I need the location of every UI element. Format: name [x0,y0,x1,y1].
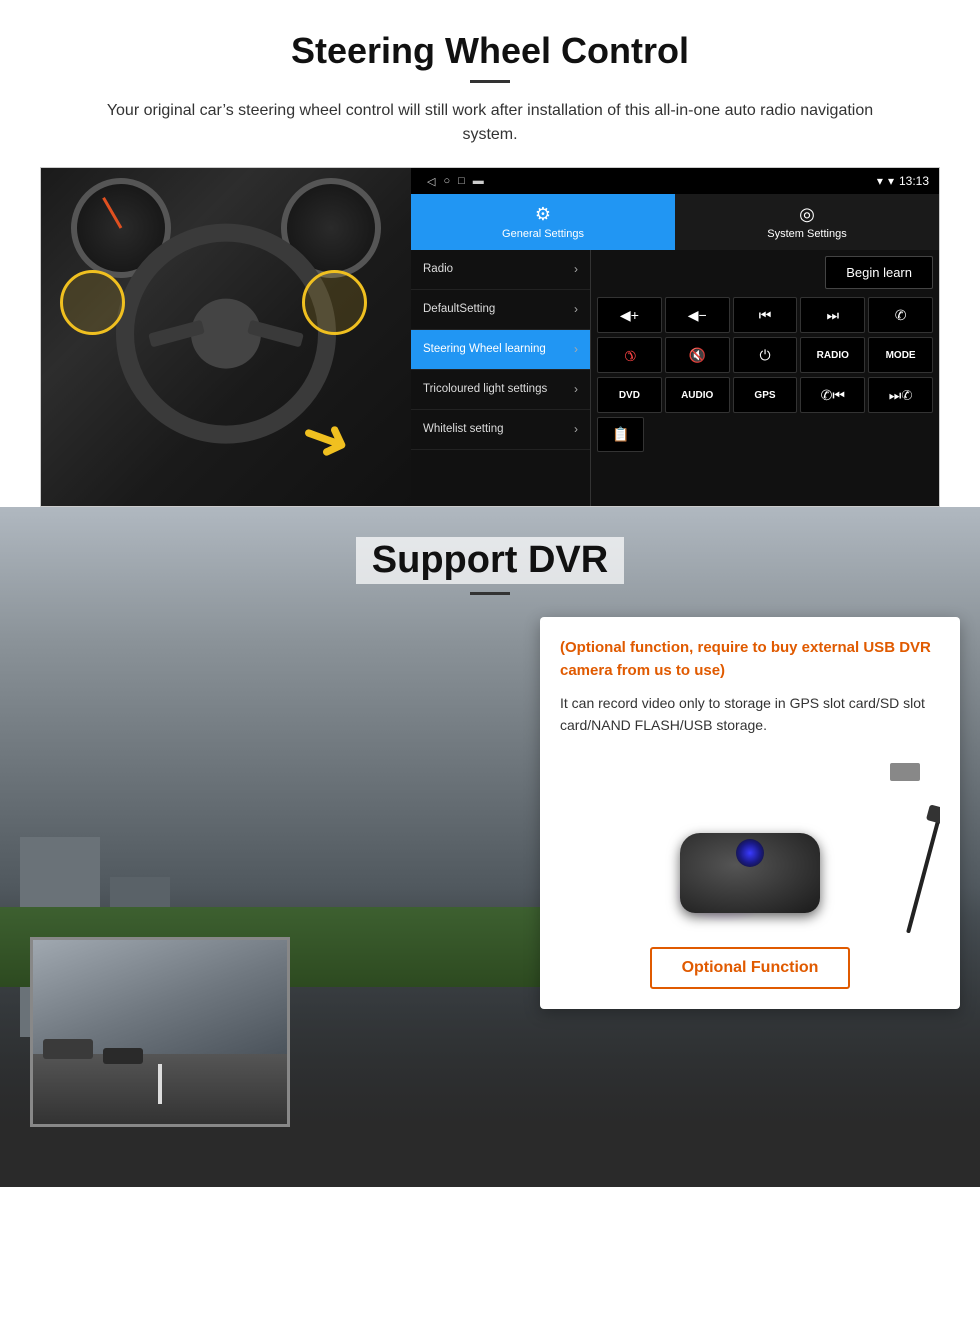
ui-mockup: ➜ ◁ ○ □ ▬ ▾ ▾ 13:13 ⚙ General Setting [40,167,940,507]
usb-plug [890,763,920,781]
steering-right-panel: Begin learn ◀+ ◀− ⏮ [591,250,939,506]
home-icon[interactable]: ○ [443,175,450,188]
vol-up-icon: ◀+ [620,307,639,324]
ui-content-area: Radio › DefaultSetting › Steering Wheel … [411,250,939,506]
dvd-button[interactable]: DVD [597,377,662,413]
control-buttons-row2: ✆ 🔇 ⏻ RADIO MODE [597,337,933,373]
control-buttons-row3: DVD AUDIO GPS ✆⏮ ⏭✆ [597,377,933,413]
menu-item-steering[interactable]: Steering Wheel learning › [411,330,590,370]
power-button[interactable]: ⏻ [733,337,798,373]
next-track-button[interactable]: ⏭ [800,297,865,333]
phone-icon: ✆ [895,307,907,324]
recents-icon[interactable]: □ [458,175,465,188]
prev-call-icon: ✆⏮ [821,387,845,404]
time-display: 13:13 [899,174,929,188]
folder-icon: 📋 [612,426,629,443]
dvd-label: DVD [619,390,640,401]
preview-road [33,1054,287,1124]
steering-wheel [116,224,336,444]
gps-label: GPS [754,390,775,401]
back-icon[interactable]: ◁ [427,175,435,188]
menu-item-whitelist[interactable]: Whitelist setting › [411,410,590,450]
camera-lens [736,839,764,867]
signal-icon: ▾ [877,174,883,188]
highlight-left [60,270,125,335]
audio-label: AUDIO [681,390,713,401]
dvr-description: It can record video only to storage in G… [560,692,940,737]
dvr-camera-image [560,753,940,933]
next-call-icon: ⏭✆ [889,387,913,404]
preview-car-2 [103,1048,143,1064]
steering-photo: ➜ [41,168,411,507]
camera-cable [906,816,940,932]
settings-tab-bar: ⚙ General Settings ◎ System Settings [411,194,939,250]
dvr-optional-notice: (Optional function, require to buy exter… [560,637,940,682]
tab-system-settings[interactable]: ◎ System Settings [675,194,939,250]
prev-track-button[interactable]: ⏮ [733,297,798,333]
vol-down-button[interactable]: ◀− [665,297,730,333]
title-divider [470,80,510,83]
prev-call-button[interactable]: ✆⏮ [800,377,865,413]
begin-learn-button[interactable]: Begin learn [825,256,933,289]
power-icon: ⏻ [759,347,770,364]
hangup-icon: ✆ [619,345,639,365]
preview-road-line [158,1064,162,1104]
chevron-right-icon: › [574,302,578,316]
tab-general-label: General Settings [502,228,584,240]
tab-general-settings[interactable]: ⚙ General Settings [411,194,675,250]
bottom-button-row: 📋 [597,417,933,452]
vol-down-icon: ◀− [688,307,707,324]
chevron-right-icon: › [574,262,578,276]
menu-icon[interactable]: ▬ [473,175,484,188]
dvr-info-panel: (Optional function, require to buy exter… [540,617,960,1009]
highlight-right [302,270,367,335]
next-icon: ⏭ [826,307,839,324]
mode-button[interactable]: MODE [868,337,933,373]
gps-button[interactable]: GPS [733,377,798,413]
gear-icon: ⚙ [535,204,551,225]
menu-item-tricoloured[interactable]: Tricoloured light settings › [411,370,590,410]
audio-button[interactable]: AUDIO [665,377,730,413]
system-icon: ◎ [799,204,815,225]
optional-function-button[interactable]: Optional Function [650,947,851,989]
gauge-needle-left [102,197,122,229]
prev-icon: ⏮ [759,307,772,324]
phone-button[interactable]: ✆ [868,297,933,333]
chevron-right-icon: › [574,422,578,436]
chevron-right-icon: › [574,382,578,396]
page-title: Steering Wheel Control [40,30,940,72]
mute-button[interactable]: 🔇 [665,337,730,373]
steering-section: Steering Wheel Control Your original car… [0,0,980,507]
radio-button[interactable]: RADIO [800,337,865,373]
wifi-icon: ▾ [888,174,894,188]
vol-up-button[interactable]: ◀+ [597,297,662,333]
mode-label: MODE [886,350,916,361]
mute-icon: 🔇 [688,347,705,364]
preview-car-1 [43,1039,93,1059]
chevron-right-icon: › [574,342,578,356]
radio-label: RADIO [817,350,849,361]
folder-button[interactable]: 📋 [597,417,644,452]
android-ui-panel: ◁ ○ □ ▬ ▾ ▾ 13:13 ⚙ General Settings ◎ S… [411,168,939,506]
dvr-title: Support DVR [356,537,624,584]
dvr-title-area: Support DVR [0,507,980,611]
control-buttons-row1: ◀+ ◀− ⏮ ⏭ ✆ [597,297,933,333]
dvr-section: Support DVR (Optional function, require … [0,507,980,1187]
tab-system-label: System Settings [767,228,846,240]
begin-learn-area: Begin learn [597,256,933,289]
dvr-preview-thumbnail [30,937,290,1127]
hangup-button[interactable]: ✆ [597,337,662,373]
camera-body [680,833,820,913]
next-call-button[interactable]: ⏭✆ [868,377,933,413]
menu-item-default[interactable]: DefaultSetting › [411,290,590,330]
settings-menu: Radio › DefaultSetting › Steering Wheel … [411,250,591,506]
nav-buttons: ◁ ○ □ ▬ [427,175,484,188]
dvr-divider [470,592,510,595]
section-subtitle: Your original car’s steering wheel contr… [100,99,880,147]
status-bar: ◁ ○ □ ▬ ▾ ▾ 13:13 [411,168,939,194]
menu-item-radio[interactable]: Radio › [411,250,590,290]
